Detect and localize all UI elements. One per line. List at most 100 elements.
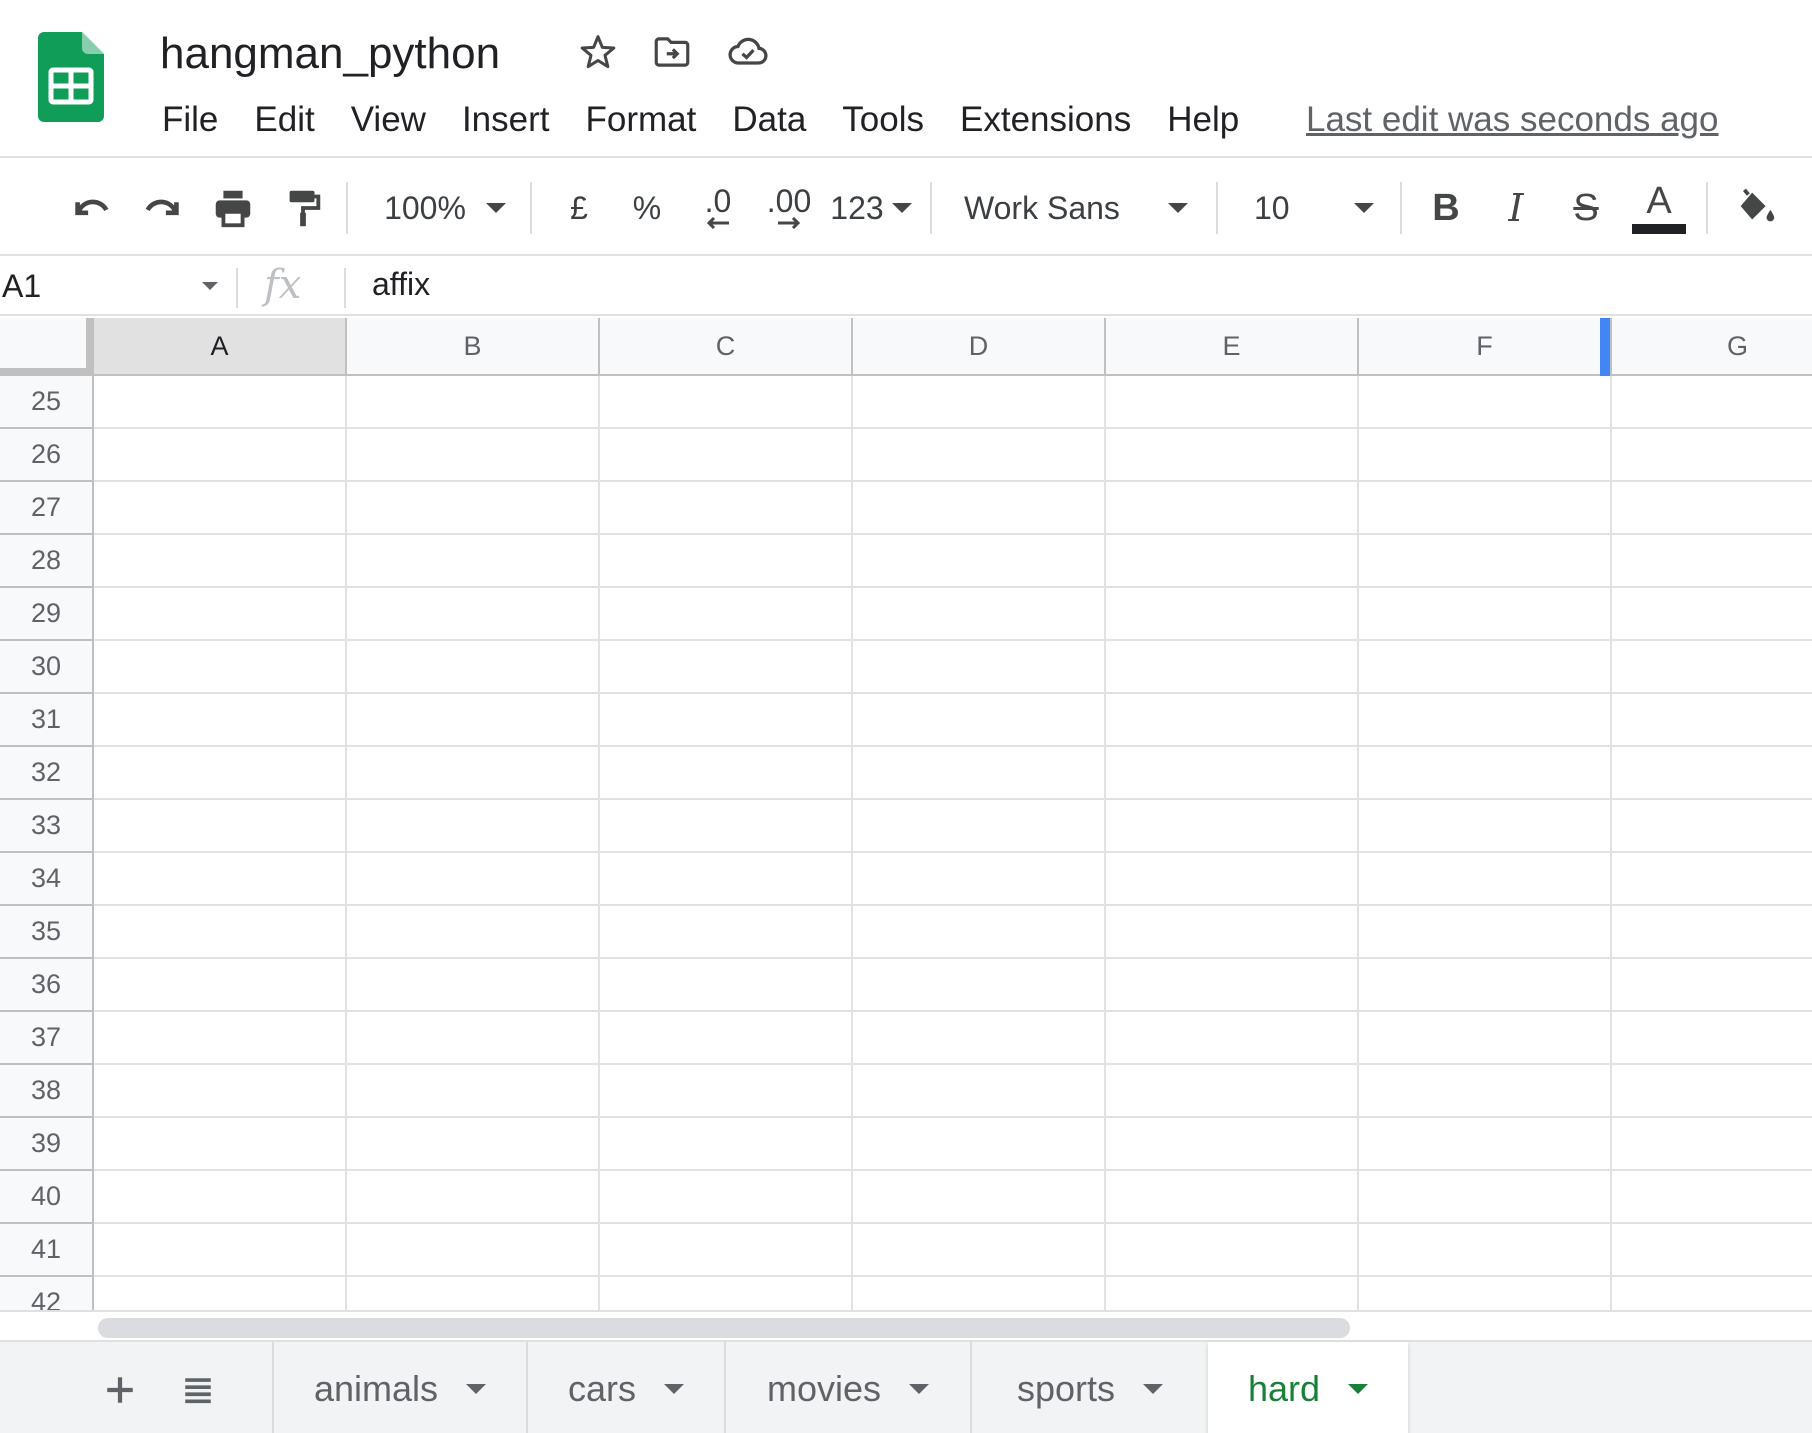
cell-e42[interactable] — [1106, 1277, 1359, 1310]
cell-d37[interactable] — [853, 1012, 1106, 1065]
cell-c42[interactable] — [600, 1277, 853, 1310]
menu-edit[interactable]: Edit — [236, 96, 332, 144]
cell-e25[interactable] — [1106, 376, 1359, 429]
cell-g42[interactable] — [1612, 1277, 1812, 1310]
cell-e36[interactable] — [1106, 959, 1359, 1012]
row-header-42[interactable]: 42 — [0, 1277, 94, 1310]
star-icon[interactable] — [576, 30, 620, 74]
cell-f28[interactable] — [1359, 535, 1612, 588]
row-header-32[interactable]: 32 — [0, 747, 94, 800]
cell-b41[interactable] — [347, 1224, 600, 1277]
cell-c39[interactable] — [600, 1118, 853, 1171]
cell-e32[interactable] — [1106, 747, 1359, 800]
cell-e38[interactable] — [1106, 1065, 1359, 1118]
column-header-e[interactable]: E — [1106, 318, 1359, 376]
column-header-b[interactable]: B — [347, 318, 600, 376]
menu-format[interactable]: Format — [568, 96, 715, 144]
cell-c34[interactable] — [600, 853, 853, 906]
row-header-28[interactable]: 28 — [0, 535, 94, 588]
cell-g26[interactable] — [1612, 429, 1812, 482]
move-to-folder-icon[interactable] — [650, 30, 694, 74]
cell-g28[interactable] — [1612, 535, 1812, 588]
cell-f41[interactable] — [1359, 1224, 1612, 1277]
sheet-tab-cars[interactable]: cars — [526, 1342, 724, 1433]
cell-g33[interactable] — [1612, 800, 1812, 853]
row-header-37[interactable]: 37 — [0, 1012, 94, 1065]
cell-d26[interactable] — [853, 429, 1106, 482]
cell-a25[interactable] — [94, 376, 347, 429]
italic-button[interactable]: I — [1490, 178, 1542, 238]
column-resize-handle[interactable] — [1600, 318, 1610, 376]
menu-extensions[interactable]: Extensions — [942, 96, 1149, 144]
row-header-35[interactable]: 35 — [0, 906, 94, 959]
cell-b28[interactable] — [347, 535, 600, 588]
increase-decimals-button[interactable]: .00 — [756, 178, 822, 238]
row-header-31[interactable]: 31 — [0, 694, 94, 747]
cell-e29[interactable] — [1106, 588, 1359, 641]
cell-e41[interactable] — [1106, 1224, 1359, 1277]
cell-g30[interactable] — [1612, 641, 1812, 694]
cell-b31[interactable] — [347, 694, 600, 747]
cell-g36[interactable] — [1612, 959, 1812, 1012]
percent-format-button[interactable]: % — [622, 178, 672, 238]
strikethrough-button[interactable]: S — [1560, 178, 1612, 238]
sheet-tab-hard[interactable]: hard — [1208, 1342, 1408, 1433]
cell-f34[interactable] — [1359, 853, 1612, 906]
font-size-dropdown[interactable]: 10 — [1254, 178, 1380, 238]
cell-d38[interactable] — [853, 1065, 1106, 1118]
select-all-corner[interactable] — [0, 318, 94, 376]
chevron-down-icon[interactable] — [1348, 1383, 1369, 1394]
cell-b42[interactable] — [347, 1277, 600, 1310]
cell-e40[interactable] — [1106, 1171, 1359, 1224]
last-edit-link[interactable]: Last edit was seconds ago — [1306, 96, 1718, 144]
cell-e31[interactable] — [1106, 694, 1359, 747]
cell-c25[interactable] — [600, 376, 853, 429]
row-header-33[interactable]: 33 — [0, 800, 94, 853]
cell-e26[interactable] — [1106, 429, 1359, 482]
chevron-down-icon[interactable] — [909, 1383, 930, 1394]
cell-e33[interactable] — [1106, 800, 1359, 853]
cell-d30[interactable] — [853, 641, 1106, 694]
cell-c35[interactable] — [600, 906, 853, 959]
cell-d39[interactable] — [853, 1118, 1106, 1171]
cell-e27[interactable] — [1106, 482, 1359, 535]
cell-a26[interactable] — [94, 429, 347, 482]
cell-d42[interactable] — [853, 1277, 1106, 1310]
cell-a37[interactable] — [94, 1012, 347, 1065]
cell-d35[interactable] — [853, 906, 1106, 959]
cell-a42[interactable] — [94, 1277, 347, 1310]
cell-c32[interactable] — [600, 747, 853, 800]
cell-g39[interactable] — [1612, 1118, 1812, 1171]
paint-format-icon[interactable] — [274, 178, 332, 238]
cell-d33[interactable] — [853, 800, 1106, 853]
more-formats-dropdown[interactable]: 123 — [828, 178, 914, 238]
cell-f39[interactable] — [1359, 1118, 1612, 1171]
bold-button[interactable]: B — [1420, 178, 1472, 238]
sheet-tab-movies[interactable]: movies — [724, 1342, 970, 1433]
chevron-down-icon[interactable] — [664, 1383, 684, 1394]
cell-d31[interactable] — [853, 694, 1106, 747]
row-header-40[interactable]: 40 — [0, 1171, 94, 1224]
cell-a28[interactable] — [94, 535, 347, 588]
cell-f30[interactable] — [1359, 641, 1612, 694]
cell-g35[interactable] — [1612, 906, 1812, 959]
cell-c31[interactable] — [600, 694, 853, 747]
cell-a36[interactable] — [94, 959, 347, 1012]
cell-g40[interactable] — [1612, 1171, 1812, 1224]
menu-tools[interactable]: Tools — [824, 96, 942, 144]
row-header-36[interactable]: 36 — [0, 959, 94, 1012]
currency-format-button[interactable]: £ — [554, 178, 604, 238]
cell-a38[interactable] — [94, 1065, 347, 1118]
cell-a40[interactable] — [94, 1171, 347, 1224]
row-header-39[interactable]: 39 — [0, 1118, 94, 1171]
cell-f26[interactable] — [1359, 429, 1612, 482]
cell-b27[interactable] — [347, 482, 600, 535]
row-header-26[interactable]: 26 — [0, 429, 94, 482]
cell-b25[interactable] — [347, 376, 600, 429]
cloud-saved-icon[interactable] — [726, 30, 770, 74]
cell-d36[interactable] — [853, 959, 1106, 1012]
cell-f35[interactable] — [1359, 906, 1612, 959]
sheets-logo-icon[interactable] — [38, 32, 104, 122]
cell-a29[interactable] — [94, 588, 347, 641]
cell-c29[interactable] — [600, 588, 853, 641]
